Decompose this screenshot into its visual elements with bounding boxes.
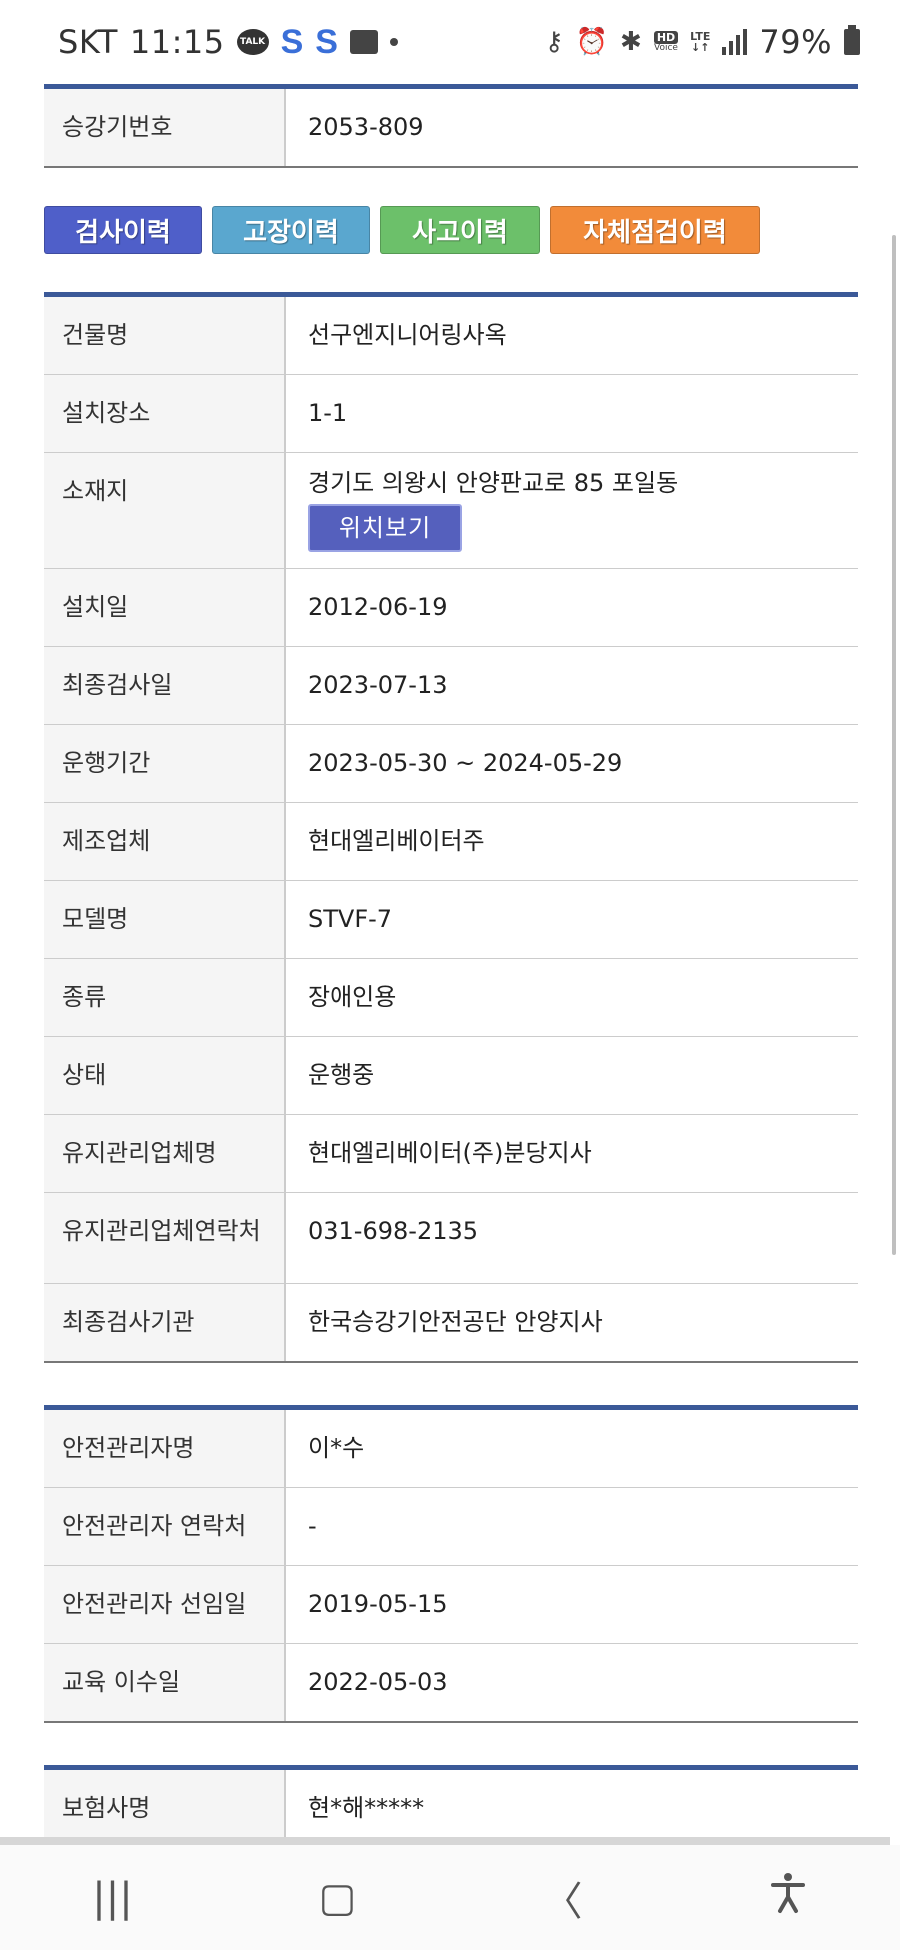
voice-label: Voice [654, 43, 678, 53]
status-bar-right: ⚷ ⏰ ✱ HD Voice LTE ↓↑ 79% [545, 23, 860, 61]
insurance-table: 보험사명 현*해***** [44, 1765, 858, 1847]
building-label: 건물명 [44, 297, 286, 374]
inspection-agency-label: 최종검사기관 [44, 1284, 286, 1361]
status-value: 운행중 [308, 1061, 375, 1089]
table-row: 유지관리업체연락처 031-698-2135 [44, 1193, 858, 1284]
bluetooth-icon: ✱ [620, 27, 642, 57]
row-value: 2053-809 [308, 113, 424, 141]
building-value: 선구엔지니어링사옥 [308, 321, 507, 349]
accessibility-icon [770, 1872, 805, 1913]
mail-icon [349, 30, 378, 54]
home-button[interactable]: ▢ [298, 1875, 378, 1921]
table-row: 최종검사기관 한국승강기안전공단 안양지사 [44, 1284, 858, 1361]
key-icon: ⚷ [544, 27, 564, 57]
history-button-row: 검사이력 고장이력 사고이력 자체점검이력 [44, 206, 858, 254]
s-app-icon: S [280, 22, 304, 61]
safety-manager-contact-label: 안전관리자 연락처 [44, 1488, 286, 1565]
table-row: 종류 장애인용 [44, 959, 858, 1037]
kakaotalk-icon: TALK [236, 29, 269, 55]
accessibility-button[interactable] [748, 1871, 828, 1925]
table-row: 제조업체 현대엘리베이터주 [44, 803, 858, 881]
last-inspection-date-value: 2023-07-13 [308, 671, 448, 699]
maintenance-contact-value: 031-698-2135 [308, 1217, 479, 1245]
insurer-value: 현*해***** [308, 1794, 425, 1822]
more-notifications-icon [389, 38, 398, 46]
table-row: 보험사명 현*해***** [44, 1770, 858, 1847]
manufacturer-label: 제조업체 [44, 803, 286, 880]
table-row: 모델명 STVF-7 [44, 881, 858, 959]
table-row: 건물명 선구엔지니어링사옥 [44, 297, 858, 375]
operation-period-value: 2023-05-30 ~ 2024-05-29 [308, 749, 623, 777]
address-cell: 경기도 의왕시 안양판교로 85 포일동 위치보기 [286, 453, 858, 568]
inspection-history-button[interactable]: 검사이력 [44, 206, 202, 254]
elevator-number-table: 승강기번호 2053-809 [44, 84, 858, 168]
install-date-value: 2012-06-19 [308, 593, 448, 621]
insurer-label: 보험사명 [44, 1770, 286, 1847]
table-row: 안전관리자 연락처 - [44, 1488, 858, 1566]
safety-manager-table: 안전관리자명 이*수 안전관리자 연락처 - 안전관리자 선임일 2019-05… [44, 1405, 858, 1723]
lte-arrows: ↓↑ [691, 41, 710, 54]
safety-manager-name-value: 이*수 [308, 1434, 365, 1462]
training-completed-value: 2022-05-03 [308, 1668, 448, 1696]
s-app-icon-2: S [315, 22, 338, 61]
horizontal-scrollbar [0, 1837, 890, 1845]
install-date-label: 설치일 [44, 569, 286, 646]
table-row: 운행기간 2023-05-30 ~ 2024-05-29 [44, 725, 858, 803]
scrollbar[interactable] [892, 235, 896, 1255]
accident-history-button[interactable]: 사고이력 [380, 206, 540, 254]
back-button[interactable]: 〈 [523, 1869, 603, 1927]
table-row: 유지관리업체명 현대엘리베이터(주)분당지사 [44, 1115, 858, 1193]
elevator-info-table: 건물명 선구엔지니어링사옥 설치장소 1-1 소재지 경기도 의왕시 안양판교로… [44, 292, 858, 1363]
signal-icon [722, 29, 748, 55]
status-bar: SKT 11:15 TALK S S ⚷ ⏰ ✱ HD Voice LTE ↓↑… [0, 0, 900, 84]
maintenance-company-value: 현대엘리베이터(주)분당지사 [308, 1139, 592, 1167]
safety-manager-name-label: 안전관리자명 [44, 1410, 286, 1487]
safety-manager-contact-value: - [308, 1512, 317, 1540]
table-row: 안전관리자명 이*수 [44, 1410, 858, 1488]
status-bar-left: SKT 11:15 TALK S S [58, 23, 398, 62]
alarm-icon: ⏰ [575, 27, 609, 57]
self-inspection-history-button[interactable]: 자체점검이력 [550, 206, 760, 254]
table-row: 설치장소 1-1 [44, 375, 858, 453]
table-row: 승강기번호 2053-809 [44, 89, 858, 166]
maintenance-contact-label: 유지관리업체연락처 [44, 1193, 286, 1283]
status-label: 상태 [44, 1037, 286, 1114]
training-completed-label: 교육 이수일 [44, 1644, 286, 1721]
address-label: 소재지 [44, 453, 286, 568]
table-row: 소재지 경기도 의왕시 안양판교로 85 포일동 위치보기 [44, 453, 858, 569]
clock: 11:15 [129, 23, 225, 61]
address-value: 경기도 의왕시 안양판교로 85 포일동 [308, 469, 679, 497]
maintenance-company-label: 유지관리업체명 [44, 1115, 286, 1192]
table-row: 안전관리자 선임일 2019-05-15 [44, 1566, 858, 1644]
battery-percent: 79% [759, 23, 832, 61]
table-row: 설치일 2012-06-19 [44, 569, 858, 647]
last-inspection-date-label: 최종검사일 [44, 647, 286, 724]
hd-voice-icon: HD Voice [653, 31, 679, 53]
inspection-agency-value: 한국승강기안전공단 안양지사 [308, 1308, 603, 1336]
table-row: 교육 이수일 2022-05-03 [44, 1644, 858, 1721]
type-label: 종류 [44, 959, 286, 1036]
lte-icon: LTE ↓↑ [690, 31, 710, 53]
install-place-value: 1-1 [308, 399, 348, 427]
row-label: 승강기번호 [44, 89, 286, 166]
system-navigation-bar: ||| ▢ 〈 [0, 1845, 900, 1950]
safety-manager-appointed-label: 안전관리자 선임일 [44, 1566, 286, 1643]
view-location-button[interactable]: 위치보기 [308, 504, 462, 552]
battery-icon [844, 25, 860, 55]
page-content: 승강기번호 2053-809 검사이력 고장이력 사고이력 자체점검이력 건물명… [44, 84, 858, 1847]
model-label: 모델명 [44, 881, 286, 958]
install-place-label: 설치장소 [44, 375, 286, 452]
type-value: 장애인용 [308, 983, 397, 1011]
safety-manager-appointed-value: 2019-05-15 [308, 1590, 448, 1618]
table-row: 최종검사일 2023-07-13 [44, 647, 858, 725]
operation-period-label: 운행기간 [44, 725, 286, 802]
table-row: 상태 운행중 [44, 1037, 858, 1115]
manufacturer-value: 현대엘리베이터주 [308, 827, 485, 855]
carrier-label: SKT [58, 23, 118, 61]
model-value: STVF-7 [308, 905, 393, 933]
failure-history-button[interactable]: 고장이력 [212, 206, 370, 254]
recent-apps-button[interactable]: ||| [73, 1875, 153, 1921]
